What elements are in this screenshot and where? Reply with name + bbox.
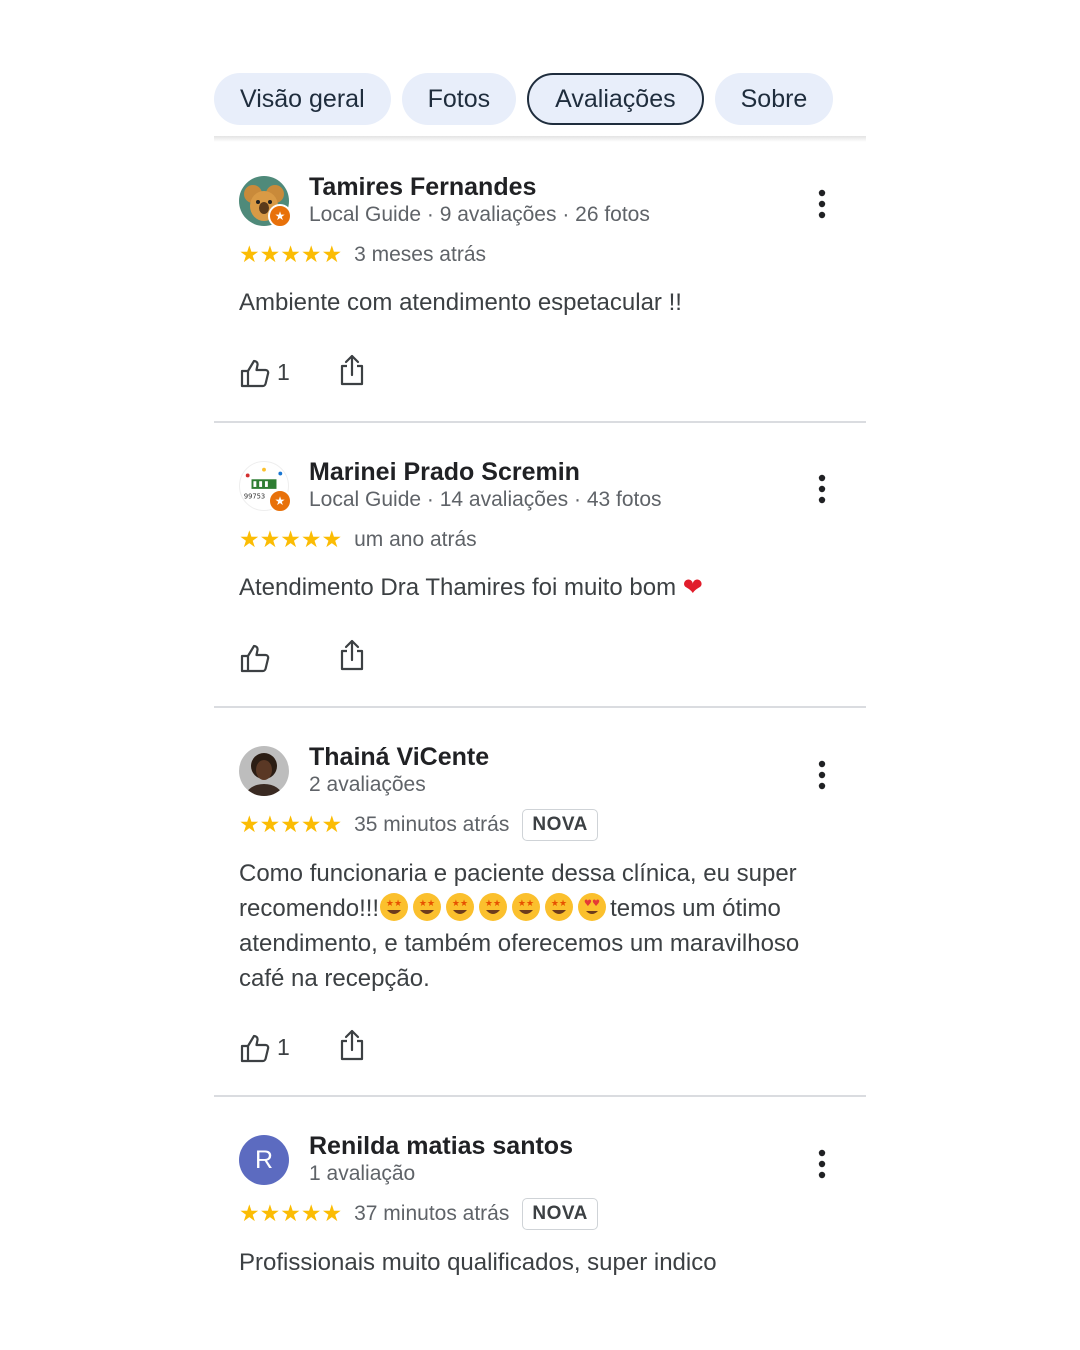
svg-text:★★: ★★ [452,899,468,909]
new-badge: NOVA [522,1198,598,1230]
tab-avaliacoes[interactable]: Avaliações [527,73,704,125]
thumbs-up-icon [240,359,270,387]
svg-text:★★: ★★ [386,899,402,909]
share-button[interactable] [339,353,365,392]
svg-text:★★: ★★ [485,899,501,909]
share-icon [340,354,364,386]
avatar[interactable]: R [239,1135,289,1185]
tab-bar-shadow [214,136,866,142]
share-button[interactable] [339,638,365,677]
review-actions: 1 [239,1028,365,1067]
more-options-icon[interactable] [814,189,830,219]
review-text: Como funcionaria e paciente dessa clínic… [239,856,839,996]
new-badge: NOVA [522,809,598,841]
tab-sobre[interactable]: Sobre [714,73,834,125]
rating-row: ★★★★★ 35 minutos atrás NOVA [239,809,598,841]
star-rating: ★★★★★ [239,1201,343,1227]
like-button[interactable] [239,642,339,674]
avatar[interactable]: 99753 ★ [239,461,292,513]
review-text-body: Atendimento Dra Thamires foi muito bom [239,574,677,601]
reviewer-name[interactable]: Thainá ViCente [309,743,489,772]
rating-row: ★★★★★ 3 meses atrás [239,242,486,268]
divider [214,706,866,708]
reviewer-name[interactable]: Tamires Fernandes [309,173,536,202]
more-options-icon[interactable] [814,474,830,504]
like-button[interactable]: 1 [239,1032,339,1064]
review-date: 3 meses atrás [354,243,486,266]
svg-text:★★: ★★ [551,899,567,909]
heart-emoji-icon: ❤ [682,573,703,601]
divider [214,421,866,423]
reviewer-name[interactable]: Marinei Prado Scremin [309,458,580,487]
avatar[interactable]: ★ [239,176,292,228]
share-icon [340,1029,364,1061]
reviews-page: Visão geral Fotos Avaliações Sobre ★ Tam… [0,0,1080,1350]
local-guide-star-icon: ★ [268,204,292,228]
review-date: um ano atrás [354,528,477,551]
tab-bar: Visão geral Fotos Avaliações Sobre [214,73,834,125]
review-actions: 1 [239,353,365,392]
like-count: 1 [277,359,290,385]
thumbs-up-icon [240,644,270,672]
reviewer-name[interactable]: Renilda matias santos [309,1132,573,1161]
avatar-logo-text: 99753 [244,492,265,500]
rating-row: ★★★★★ 37 minutos atrás NOVA [239,1198,598,1230]
svg-text:★★: ★★ [518,899,534,909]
svg-text:♥♥: ♥♥ [584,899,600,909]
tab-visao-geral[interactable]: Visão geral [214,73,391,125]
reviewer-meta: Local Guide · 9 avaliações · 26 fotos [309,203,650,226]
review-text: Profissionais muito qualificados, super … [239,1249,717,1276]
like-button[interactable]: 1 [239,357,339,389]
review-actions [239,638,365,677]
star-rating: ★★★★★ [239,242,343,268]
star-rating: ★★★★★ [239,527,343,553]
photo-avatar-icon [239,746,289,796]
review-text: Ambiente com atendimento espetacular !! [239,289,682,316]
star-rating: ★★★★★ [239,812,343,838]
review-date: 35 minutos atrás [354,813,510,836]
more-options-icon[interactable] [814,1149,830,1179]
like-count: 1 [277,1034,290,1060]
review-date: 37 minutos atrás [354,1202,510,1225]
star-struck-emoji-icon: ★★ ★★ ★★ ★★ ★★ ★★ [379,893,577,922]
thumbs-up-icon [240,1034,270,1062]
reviewer-meta: Local Guide · 14 avaliações · 43 fotos [309,488,662,511]
reviewer-meta: 1 avaliação [309,1162,416,1185]
tab-fotos[interactable]: Fotos [401,73,517,125]
svg-text:★★: ★★ [419,899,435,909]
review-text: Atendimento Dra Thamires foi muito bom ❤ [239,570,839,605]
letter-avatar: R [239,1135,289,1185]
local-guide-star-icon: ★ [268,489,292,513]
divider [214,1095,866,1097]
more-options-icon[interactable] [814,760,830,790]
share-button[interactable] [339,1028,365,1067]
heart-eyes-emoji-icon: ♥♥ [577,893,610,922]
rating-row: ★★★★★ um ano atrás [239,527,477,553]
reviewer-meta: 2 avaliações [309,773,426,796]
share-icon [340,639,364,671]
avatar[interactable] [239,746,289,796]
